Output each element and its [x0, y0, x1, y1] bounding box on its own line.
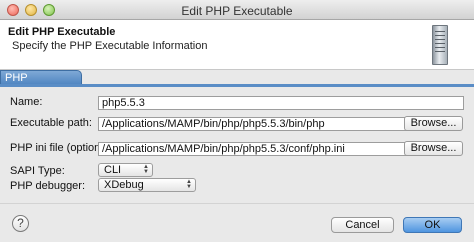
- tab-php-executable[interactable]: PHP Executable: [0, 70, 82, 96]
- dialog-header: Edit PHP Executable Specify the PHP Exec…: [0, 20, 474, 70]
- form-panel: Name: php5.5.3 Executable path: /Applica…: [0, 84, 474, 178]
- dialog-title: Edit PHP Executable: [8, 26, 116, 38]
- php-ini-input[interactable]: /Applications/MAMP/bin/php/php5.5.3/conf…: [98, 142, 414, 156]
- ok-button[interactable]: OK: [403, 217, 462, 233]
- sapi-type-select[interactable]: CLI ▲ ▼: [98, 163, 153, 177]
- cancel-button[interactable]: Cancel: [331, 217, 394, 233]
- title-bar: Edit PHP Executable: [0, 0, 474, 20]
- select-arrows-icon: ▲ ▼: [143, 164, 149, 175]
- footer-divider: [0, 203, 474, 204]
- php-debugger-value: XDebug: [104, 179, 144, 191]
- name-label: Name:: [10, 96, 43, 108]
- name-input[interactable]: php5.5.3: [98, 96, 464, 110]
- sapi-type-value: CLI: [104, 164, 122, 176]
- php-debugger-select[interactable]: XDebug ▲ ▼: [98, 178, 196, 192]
- server-icon: [432, 25, 448, 65]
- executable-path-input[interactable]: /Applications/MAMP/bin/php/php5.5.3/bin/…: [98, 117, 414, 131]
- php-debugger-label: PHP debugger:: [10, 180, 86, 192]
- dialog-subtitle: Specify the PHP Executable Information: [12, 40, 208, 52]
- select-arrows-icon: ▲ ▼: [186, 179, 192, 190]
- browse-executable-button[interactable]: Browse...: [404, 116, 463, 131]
- window-title: Edit PHP Executable: [181, 4, 293, 18]
- browse-ini-button[interactable]: Browse...: [404, 141, 463, 156]
- sapi-type-label: SAPI Type:: [10, 165, 65, 177]
- help-icon[interactable]: ?: [12, 215, 29, 232]
- executable-path-label: Executable path:: [10, 117, 92, 129]
